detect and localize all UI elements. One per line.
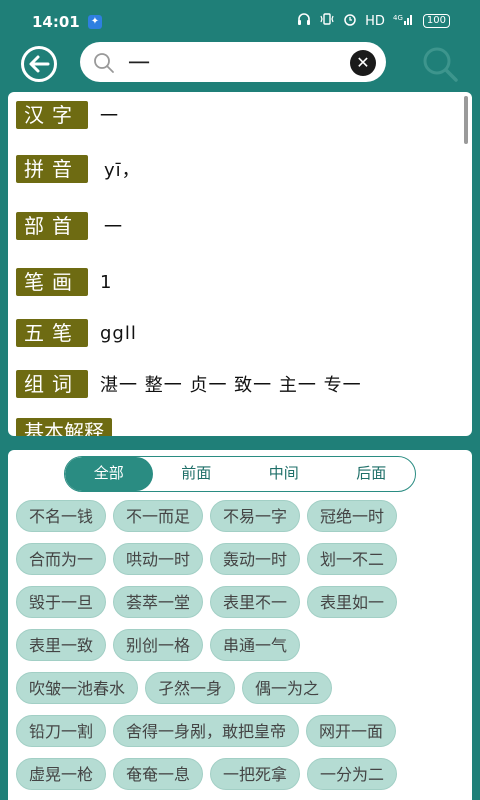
idiom-chip[interactable]: 不一而足 bbox=[113, 500, 204, 532]
search-large-icon bbox=[423, 47, 458, 82]
top-bar: ✕ bbox=[0, 40, 480, 86]
status-bar: 14:01 ✦ HD 4G 100 bbox=[0, 0, 480, 44]
idiom-row: 铅刀一割 舍得一身剐，敢把皇帝 网开一面 bbox=[16, 715, 466, 747]
position-tabs: 全部 前面 中间 后面 bbox=[64, 456, 416, 492]
idiom-chip[interactable]: 不易一字 bbox=[210, 500, 301, 532]
idiom-chip[interactable]: 网开一面 bbox=[306, 715, 397, 747]
idiom-chip[interactable]: 合而为一 bbox=[16, 543, 107, 575]
idiom-chip[interactable]: 冠绝一时 bbox=[307, 500, 398, 532]
value-pinyin: yī， bbox=[104, 160, 141, 181]
idiom-chip[interactable]: 一分为二 bbox=[307, 758, 398, 790]
idiom-chip[interactable]: 串通一气 bbox=[210, 629, 301, 661]
vibrate-icon bbox=[319, 12, 335, 30]
idiom-chip[interactable]: 轰动一时 bbox=[210, 543, 301, 575]
value-hanzi: 一 bbox=[100, 106, 119, 127]
idiom-chip[interactable]: 荟萃一堂 bbox=[113, 586, 204, 618]
detail-row-radical: 部首 一 bbox=[16, 211, 123, 241]
idiom-chip[interactable]: 毁于一旦 bbox=[16, 586, 107, 618]
label-wubi: 五笔 bbox=[16, 319, 88, 347]
character-detail: 汉字 一 拼音 yī， 部首 一 笔画 1 五笔 ggll 组词 湛一 整一 贞… bbox=[8, 92, 472, 436]
headphone-icon bbox=[297, 12, 311, 30]
value-words: 湛一 整一 贞一 致一 主一 专一 bbox=[100, 375, 362, 396]
idiom-row: 毁于一旦 荟萃一堂 表里不一 表里如一 bbox=[16, 586, 466, 618]
hd-indicator: HD bbox=[365, 13, 385, 29]
arrow-left-icon bbox=[29, 55, 50, 73]
label-pinyin: 拼音 bbox=[16, 155, 88, 183]
idiom-chip[interactable]: 虚晃一枪 bbox=[16, 758, 107, 790]
clear-icon[interactable]: ✕ bbox=[350, 50, 376, 76]
label-radical: 部首 bbox=[16, 212, 88, 240]
detail-row-hanzi: 汉字 一 bbox=[16, 100, 119, 130]
idiom-chip[interactable]: 表里如一 bbox=[307, 586, 398, 618]
idiom-chip[interactable]: 一把死拿 bbox=[210, 758, 301, 790]
idiom-chip[interactable]: 舍得一身剐，敢把皇帝 bbox=[113, 715, 300, 747]
svg-text:4G: 4G bbox=[393, 14, 403, 22]
status-time: 14:01 bbox=[32, 13, 80, 31]
idiom-chip[interactable]: 划一不二 bbox=[307, 543, 398, 575]
search-box: ✕ bbox=[80, 42, 386, 82]
idiom-chip[interactable]: 不名一钱 bbox=[16, 500, 107, 532]
value-wubi: ggll bbox=[100, 322, 137, 344]
label-hanzi: 汉字 bbox=[16, 101, 88, 129]
label-strokes: 笔画 bbox=[16, 268, 88, 296]
idiom-chip[interactable]: 吹皱一池春水 bbox=[16, 672, 139, 704]
idiom-list: 不名一钱 不一而足 不易一字 冠绝一时 合而为一 哄动一时 轰动一时 划一不二 … bbox=[16, 500, 466, 800]
signal-icon: 4G bbox=[393, 12, 415, 30]
battery-icon: 100 bbox=[422, 14, 450, 28]
idiom-chip[interactable]: 表里不一 bbox=[210, 586, 301, 618]
detail-row-wubi: 五笔 ggll bbox=[16, 318, 137, 348]
idiom-row: 合而为一 哄动一时 轰动一时 划一不二 bbox=[16, 543, 466, 575]
tab-back[interactable]: 后面 bbox=[328, 457, 416, 491]
idiom-row: 吹皱一池春水 孑然一身 偶一为之 bbox=[16, 672, 466, 704]
label-words: 组词 bbox=[16, 370, 88, 398]
back-button[interactable] bbox=[21, 46, 57, 82]
idiom-row: 虚晃一枪 奄奄一息 一把死拿 一分为二 bbox=[16, 758, 466, 790]
idiom-chip[interactable]: 哄动一时 bbox=[113, 543, 204, 575]
idiom-chip[interactable]: 孑然一身 bbox=[145, 672, 236, 704]
idiom-chip[interactable]: 偶一为之 bbox=[242, 672, 333, 704]
idiom-chip[interactable]: 表里一致 bbox=[16, 629, 107, 661]
idiom-panel: 全部 前面 中间 后面 不名一钱 不一而足 不易一字 冠绝一时 合而为一 哄动一… bbox=[8, 450, 472, 800]
idiom-chip[interactable]: 奄奄一息 bbox=[113, 758, 204, 790]
idiom-row: 表里一致 别创一格 串通一气 bbox=[16, 629, 466, 661]
alarm-icon bbox=[343, 12, 357, 30]
search-button[interactable] bbox=[418, 42, 462, 86]
search-input[interactable] bbox=[128, 47, 328, 77]
tab-front[interactable]: 前面 bbox=[153, 457, 241, 491]
scrollbar[interactable] bbox=[464, 96, 468, 144]
detail-row-words: 组词 湛一 整一 贞一 致一 主一 专一 bbox=[16, 369, 362, 399]
detail-row-strokes: 笔画 1 bbox=[16, 267, 112, 297]
detail-row-pinyin: 拼音 yī， bbox=[16, 154, 141, 184]
notification-icon: ✦ bbox=[88, 15, 102, 29]
tab-all[interactable]: 全部 bbox=[65, 457, 153, 491]
search-icon bbox=[94, 53, 114, 73]
status-icons: HD 4G 100 bbox=[297, 12, 450, 30]
label-basic-explanation: 基本解释 bbox=[16, 418, 112, 436]
value-radical: 一 bbox=[104, 217, 123, 238]
idiom-chip[interactable]: 铅刀一割 bbox=[16, 715, 107, 747]
idiom-chip[interactable]: 别创一格 bbox=[113, 629, 204, 661]
tab-middle[interactable]: 中间 bbox=[240, 457, 328, 491]
detail-row-basic: 基本解释 bbox=[16, 417, 112, 436]
idiom-row: 不名一钱 不一而足 不易一字 冠绝一时 bbox=[16, 500, 466, 532]
value-strokes: 1 bbox=[100, 271, 113, 293]
